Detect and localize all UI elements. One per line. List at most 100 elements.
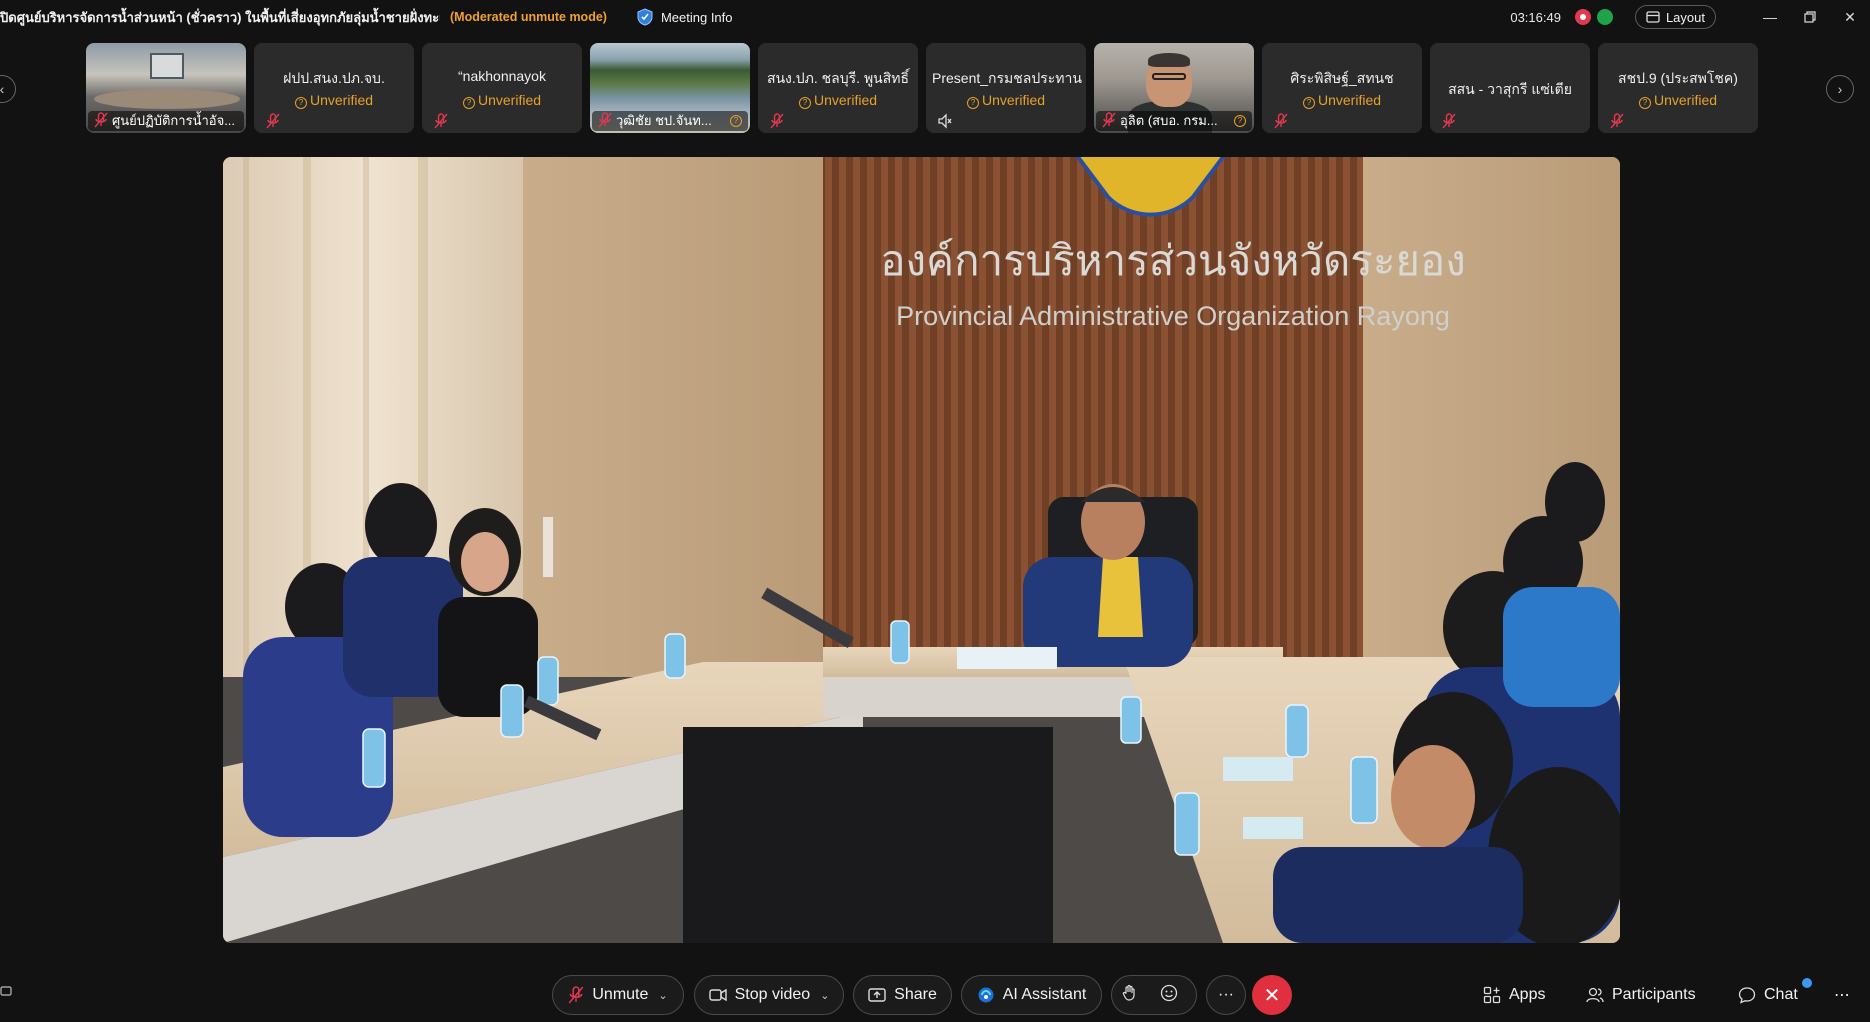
reactions-group — [1111, 975, 1197, 1015]
sign-thai-text: องค์การบริหารส่วนจังหวัดระยอง — [880, 236, 1466, 285]
apps-label: Apps — [1509, 986, 1546, 1003]
mic-muted-icon — [1274, 113, 1288, 129]
chevron-right-icon: › — [1837, 81, 1843, 97]
participant-name: ศิระพิสิษฐ์_สทนช — [1290, 70, 1394, 86]
close-icon: ✕ — [1263, 984, 1281, 1007]
restore-button[interactable] — [1790, 0, 1830, 34]
participant-name: สชป.9 (ประสพโชค) — [1618, 70, 1738, 86]
mic-muted-icon — [434, 113, 448, 129]
unmute-button[interactable]: Unmute ⌄ — [552, 975, 684, 1015]
participant-tile[interactable]: ศูนย์ปฏิบัติการน้ำอัจ... — [86, 43, 246, 133]
warning-icon: ? — [462, 97, 475, 109]
participant-tile[interactable]: วุฒิชัย ชป.จันท... ? — [590, 43, 750, 133]
participant-tile[interactable]: สชป.9 (ประสพโชค) ? Unverified — [1598, 43, 1758, 133]
participant-tile[interactable]: ศิระพิสิษฐ์_สทนช ? Unverified — [1262, 43, 1422, 133]
participant-name: อุลิต (สบอ. กรม... — [1096, 111, 1252, 131]
unverified-badge: ? Unverified — [926, 92, 1086, 109]
strip-next-button[interactable]: › — [1826, 75, 1854, 103]
video-thumbnail-hair — [1148, 53, 1190, 67]
conference-room-scene: องค์การบริหารส่วนจังหวัดระยอง Provincial… — [223, 157, 1620, 943]
video-thumbnail-glasses — [1152, 73, 1186, 80]
warning-icon: ? — [1302, 97, 1315, 109]
emoji-reaction-icon[interactable] — [1160, 984, 1186, 1007]
chat-button[interactable]: Chat — [1738, 975, 1812, 1015]
warning-icon: ? — [966, 97, 979, 109]
meeting-title: ปิดศูนย์บริหารจัดการน้ำส่วนหน้า (ชั่วครา… — [0, 9, 440, 25]
warning-icon: ? — [798, 97, 811, 109]
meeting-info-label: Meeting Info — [660, 9, 733, 25]
participant-name: วุฒิชัย ชป.จันท... — [592, 111, 748, 131]
chat-icon — [1738, 987, 1756, 1004]
unverified-badge: ? Unverified — [1262, 92, 1422, 109]
video-thumbnail-table — [94, 89, 240, 109]
apps-icon — [1483, 986, 1501, 1004]
video-thumbnail-screen — [150, 53, 184, 79]
ai-assistant-label: AI Assistant — [1002, 986, 1087, 1003]
main-video-feed[interactable]: องค์การบริหารส่วนจังหวัดระยอง Provincial… — [223, 157, 1620, 943]
unverified-badge: ? Unverified — [254, 92, 414, 109]
unread-badge — [1801, 978, 1812, 988]
unmute-label: Unmute — [592, 986, 649, 1003]
meeting-timer: 03:16:49 — [1510, 9, 1561, 25]
restore-icon — [1804, 11, 1816, 23]
meeting-toolbar: Unmute ⌄ Stop video ⌄ Share AI Assistant… — [0, 975, 1870, 1015]
participant-tile[interactable]: “nakhonnayok ? Unverified — [422, 43, 582, 133]
unverified-badge: ? Unverified — [1598, 92, 1758, 109]
mic-muted-icon — [1610, 113, 1624, 129]
share-screen-icon — [868, 988, 886, 1002]
close-window-button[interactable]: ✕ — [1830, 0, 1870, 34]
mic-muted-icon — [770, 113, 784, 129]
layout-button[interactable]: Layout — [1634, 5, 1716, 29]
ai-assistant-icon — [978, 987, 994, 1003]
unverified-icon: ? — [730, 115, 742, 127]
participant-tile[interactable]: สสน - วาสุกรี แซ่เตีย — [1430, 43, 1590, 133]
participant-name: สนง.ปภ. ชลบุรี. พูนสิทธิ์ — [766, 70, 910, 86]
unverified-badge: ? Unverified — [422, 92, 582, 109]
mic-muted-icon — [598, 112, 612, 128]
mic-muted-icon — [94, 112, 108, 128]
recording-icon[interactable] — [1574, 9, 1591, 25]
participant-name: Present_กรมชลประทาน — [932, 70, 1082, 86]
leave-meeting-button[interactable]: ✕ — [1252, 975, 1292, 1015]
mic-muted-icon — [1442, 113, 1456, 129]
stop-video-button[interactable]: Stop video ⌄ — [694, 975, 844, 1015]
chevron-left-icon: ‹ — [0, 81, 5, 97]
sign-english-text: Provincial Administrative Organization R… — [896, 301, 1450, 331]
ai-assistant-button[interactable]: AI Assistant — [961, 975, 1102, 1015]
participant-strip: ‹ ศูนย์ปฏิบัติการน้ำอัจ... ฝปป.สนง.ปภ.จบ… — [0, 43, 1870, 133]
chevron-down-icon[interactable]: ⌄ — [658, 989, 667, 1002]
participants-button[interactable]: Participants — [1586, 975, 1696, 1015]
share-label: Share — [894, 986, 937, 1003]
warning-icon: ? — [294, 97, 307, 109]
overflow-menu-button[interactable]: ⋯ — [1834, 975, 1850, 1015]
speaker-muted-icon — [938, 113, 952, 129]
overflow-label: ⋯ — [1834, 987, 1850, 1004]
more-options-button[interactable]: ··· — [1206, 975, 1246, 1015]
unverified-icon: ? — [1234, 115, 1246, 127]
meeting-info-button[interactable]: Meeting Info — [637, 8, 733, 26]
participant-tile[interactable]: Present_กรมชลประทาน ? Unverified — [926, 43, 1086, 133]
apps-button[interactable]: Apps — [1483, 975, 1545, 1015]
participant-tile[interactable]: อุลิต (สบอ. กรม... ? — [1094, 43, 1254, 133]
participant-tile[interactable]: สนง.ปภ. ชลบุรี. พูนสิทธิ์ ? Unverified — [758, 43, 918, 133]
network-status-icon[interactable] — [1596, 9, 1613, 25]
video-camera-icon — [708, 988, 727, 1002]
layout-label: Layout — [1665, 9, 1705, 25]
participants-label: Participants — [1612, 986, 1696, 1003]
minimize-button[interactable]: — — [1750, 0, 1790, 34]
title-bar: ปิดศูนย์บริหารจัดการน้ำส่วนหน้า (ชั่วครา… — [0, 0, 1870, 34]
mic-muted-icon — [1102, 112, 1116, 128]
strip-previous-button[interactable]: ‹ — [0, 75, 16, 103]
chevron-down-icon[interactable]: ⌄ — [820, 989, 829, 1002]
moderated-mode-label: (Moderated unmute mode) — [450, 10, 607, 24]
share-button[interactable]: Share — [853, 975, 952, 1015]
shield-icon — [637, 8, 653, 26]
more-options-label: ··· — [1218, 986, 1234, 1003]
raise-hand-icon[interactable] — [1122, 984, 1146, 1007]
participant-tile[interactable]: ฝปป.สนง.ปภ.จบ. ? Unverified — [254, 43, 414, 133]
participant-name: ฝปป.สนง.ปภ.จบ. — [283, 70, 385, 86]
unverified-badge: ? Unverified — [758, 92, 918, 109]
mic-muted-icon — [266, 113, 280, 129]
participants-icon — [1586, 987, 1604, 1003]
participant-name: สสน - วาสุกรี แซ่เตีย — [1448, 81, 1572, 97]
